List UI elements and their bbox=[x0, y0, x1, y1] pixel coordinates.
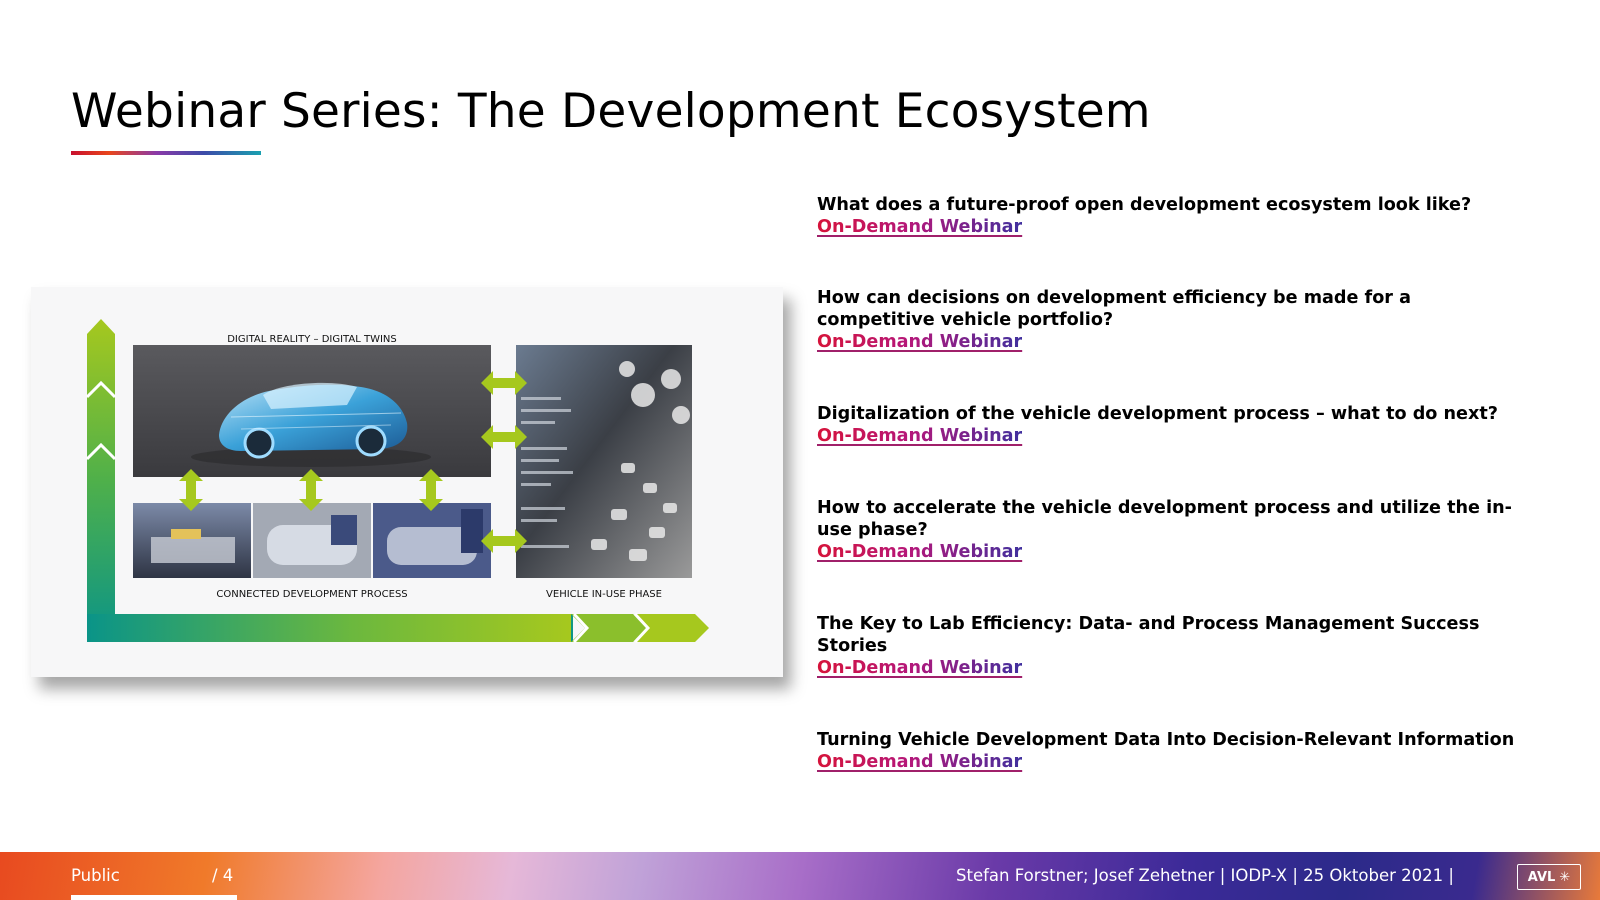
webinar-item: Turning Vehicle Development Data Into De… bbox=[817, 729, 1577, 773]
webinar-item: What does a future-proof open developmen… bbox=[817, 194, 1577, 238]
webinar-question: What does a future-proof open developmen… bbox=[817, 195, 1472, 215]
footer-credits: Stefan Forstner; Josef Zehetner | IODP-X… bbox=[956, 866, 1454, 885]
horizontal-arrow-bar bbox=[87, 614, 571, 642]
on-demand-webinar-link[interactable]: On-Demand Webinar bbox=[817, 541, 1022, 563]
ecosystem-diagram: DIGITAL REALITY – DIGITAL TWINS CONNECTE… bbox=[31, 287, 783, 677]
webinar-item: The Key to Lab Efficiency: Data- and Pro… bbox=[817, 613, 1577, 679]
logo-text: AVL bbox=[1527, 869, 1556, 885]
webinar-question: How to accelerate the vehicle developmen… bbox=[817, 498, 1512, 540]
webinar-question: Turning Vehicle Development Data Into De… bbox=[817, 730, 1515, 750]
webinar-question: The Key to Lab Efficiency: Data- and Pro… bbox=[817, 614, 1480, 656]
on-demand-webinar-link[interactable]: On-Demand Webinar bbox=[817, 216, 1022, 238]
slide-title: Webinar Series: The Development Ecosyste… bbox=[71, 84, 1151, 139]
webinar-question: How can decisions on development efficie… bbox=[817, 288, 1411, 330]
title-underline bbox=[71, 151, 261, 155]
label-top: DIGITAL REALITY – DIGITAL TWINS bbox=[227, 334, 397, 345]
webinar-question: Digitalization of the vehicle developmen… bbox=[817, 404, 1498, 424]
on-demand-webinar-link[interactable]: On-Demand Webinar bbox=[817, 751, 1022, 773]
on-demand-webinar-link[interactable]: On-Demand Webinar bbox=[817, 657, 1022, 679]
on-demand-webinar-link[interactable]: On-Demand Webinar bbox=[817, 425, 1022, 447]
on-demand-webinar-link[interactable]: On-Demand Webinar bbox=[817, 331, 1022, 353]
avl-logo: AVL ✳ bbox=[1517, 864, 1581, 890]
webinar-item: How can decisions on development efficie… bbox=[817, 287, 1577, 353]
page-number: / 4 bbox=[212, 866, 234, 885]
classification-label: Public bbox=[71, 866, 120, 885]
webinar-item: How to accelerate the vehicle developmen… bbox=[817, 497, 1577, 563]
webinar-item: Digitalization of the vehicle developmen… bbox=[817, 403, 1577, 447]
footer-bar: Public / 4 Stefan Forstner; Josef Zehetn… bbox=[0, 852, 1600, 900]
label-bottom-left: CONNECTED DEVELOPMENT PROCESS bbox=[216, 589, 407, 600]
label-bottom-right: VEHICLE IN-USE PHASE bbox=[546, 589, 662, 600]
snowflake-icon: ✳ bbox=[1559, 869, 1571, 885]
footer-underline bbox=[71, 895, 237, 900]
